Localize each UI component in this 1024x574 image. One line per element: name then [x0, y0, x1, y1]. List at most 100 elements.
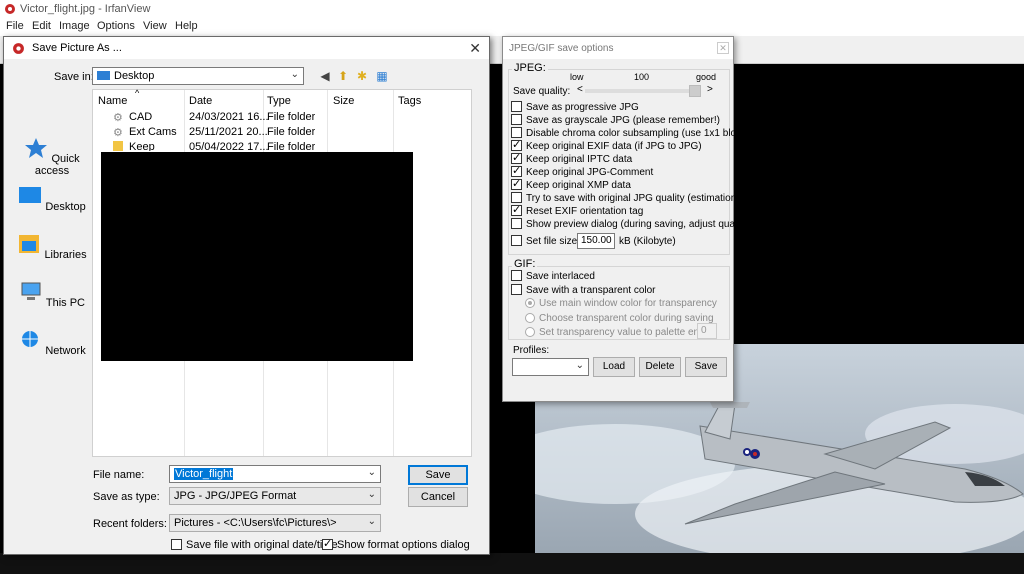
folder-gear-icon: ⚙ — [113, 112, 123, 124]
gif-option-transparent[interactable]: Save with a transparent color — [511, 284, 656, 296]
save-in-label: Save in: — [54, 71, 94, 83]
delete-profile-button[interactable]: Delete — [639, 357, 681, 377]
column-header-name[interactable]: Name — [98, 95, 127, 107]
jpeg-option-set-file-size[interactable]: Set file size: — [511, 235, 580, 247]
save-original-date-checkbox[interactable]: Save file with original date/time — [171, 539, 338, 551]
place-network[interactable]: Network — [12, 329, 92, 357]
close-icon[interactable]: ✕ — [469, 40, 481, 57]
star-icon — [25, 138, 48, 158]
jpeg-option-show-preview[interactable]: Show preview dialog (during saving, adju… — [511, 218, 751, 230]
main-window-titlebar: Victor_flight.jpg - IrfanView — [0, 0, 1024, 18]
file-row[interactable]: ⚙ CAD 24/03/2021 16... File folder — [93, 110, 471, 125]
image-bottom-strip — [0, 553, 1024, 574]
checkbox-box — [171, 539, 182, 550]
place-libraries[interactable]: Libraries — [12, 233, 92, 261]
transparency-main-window-radio[interactable]: Use main window color for transparency — [525, 298, 717, 309]
checkbox-box — [511, 151, 522, 164]
column-header-date[interactable]: Date — [189, 95, 212, 107]
jpeg-option-keep-comment[interactable]: Keep original JPG-Comment — [511, 164, 653, 178]
checkbox-box — [511, 218, 522, 229]
save-button[interactable]: Save — [408, 465, 468, 485]
main-window-title: Victor_flight.jpg - IrfanView — [20, 3, 151, 15]
option-label: Keep original IPTC data — [526, 154, 633, 165]
jpeg-gif-options-dialog: JPEG/GIF save options ✕ JPEG: low 100 go… — [502, 36, 754, 402]
file-size-input[interactable]: 150.00 — [577, 233, 615, 249]
new-folder-icon[interactable]: ✱ — [354, 68, 370, 84]
recent-folders-dropdown[interactable]: Pictures - <C:\Users\fc\Pictures\> ⌄ — [169, 514, 381, 532]
menu-file[interactable]: File — [6, 20, 24, 32]
option-label: Save as grayscale JPG (please remember!) — [526, 115, 720, 126]
profiles-dropdown[interactable]: ⌄ — [512, 358, 589, 376]
close-icon[interactable]: ✕ — [717, 42, 729, 54]
show-format-options-checkbox[interactable]: Show format options dialog — [322, 537, 470, 551]
libraries-icon — [19, 235, 40, 253]
recent-folders-value: Pictures - <C:\Users\fc\Pictures\> — [174, 517, 337, 529]
menu-edit[interactable]: Edit — [32, 20, 51, 32]
checkbox-box — [511, 235, 522, 246]
menu-options[interactable]: Options — [97, 20, 135, 32]
file-type: File folder — [267, 126, 316, 138]
jpeg-option-grayscale[interactable]: Save as grayscale JPG (please remember!) — [511, 114, 720, 126]
place-quick-access[interactable]: Quick access — [12, 137, 92, 177]
column-header-size[interactable]: Size — [333, 95, 354, 107]
transparency-palette-radio[interactable]: Set transparency value to palette entry: — [525, 327, 713, 338]
quality-slider-thumb[interactable] — [689, 85, 701, 97]
slider-left-arrow-icon[interactable]: < — [577, 84, 583, 95]
menu-help[interactable]: Help — [175, 20, 198, 32]
chevron-down-icon: ⌄ — [575, 360, 584, 371]
slider-right-arrow-icon[interactable]: > — [707, 84, 713, 95]
save-as-type-value: JPG - JPG/JPEG Format — [174, 490, 297, 502]
file-name: CAD — [129, 111, 153, 123]
up-folder-icon[interactable]: ⬆ — [335, 68, 351, 84]
column-header-tags[interactable]: Tags — [398, 95, 421, 107]
save-profile-button[interactable]: Save — [685, 357, 727, 377]
checkbox-box — [511, 101, 522, 112]
option-label: Reset EXIF orientation tag — [526, 206, 644, 217]
cancel-button[interactable]: Cancel — [408, 487, 468, 507]
save-dialog-titlebar: Save Picture As ... ✕ — [4, 37, 489, 59]
places-bar: Quick access Desktop Libraries This PC N… — [12, 125, 90, 495]
menu-image[interactable]: Image — [59, 20, 90, 32]
palette-entry-input[interactable]: 0 — [697, 323, 717, 339]
option-label: Set transparency value to palette entry: — [539, 327, 713, 338]
jpeg-option-keep-xmp[interactable]: Keep original XMP data — [511, 177, 631, 191]
chevron-down-icon: ⌄ — [290, 69, 299, 80]
checkbox-label: Show format options dialog — [337, 539, 470, 551]
file-name-field[interactable]: Victor_flight ⌄ — [169, 465, 381, 483]
option-label: Set file size: — [526, 236, 580, 247]
option-label: Keep original EXIF data (if JPG to JPG) — [526, 141, 702, 152]
checkbox-box — [511, 177, 522, 190]
jpeg-option-keep-exif[interactable]: Keep original EXIF data (if JPG to JPG) — [511, 138, 702, 152]
checkbox-box — [322, 537, 333, 550]
file-row[interactable]: Keep 05/04/2022 17... File folder — [93, 140, 471, 151]
jpeg-option-original-quality[interactable]: Try to save with original JPG quality (e… — [511, 192, 740, 204]
network-icon — [22, 331, 39, 347]
redacted-area — [101, 152, 413, 361]
load-profile-button[interactable]: Load — [593, 357, 635, 377]
back-icon[interactable]: ◀ — [317, 68, 333, 84]
place-desktop[interactable]: Desktop — [12, 185, 92, 213]
save-as-type-dropdown[interactable]: JPG - JPG/JPEG Format ⌄ — [169, 487, 381, 505]
file-name-label: File name: — [93, 469, 145, 481]
save-dialog-title: Save Picture As ... — [32, 42, 122, 54]
file-date: 24/03/2021 16... — [189, 111, 269, 123]
option-label: Keep original XMP data — [526, 180, 631, 191]
view-menu-icon[interactable]: ▦ — [374, 68, 390, 84]
jpeg-option-disable-chroma[interactable]: Disable chroma color subsampling (use 1x… — [511, 127, 754, 139]
checkbox-box — [511, 164, 522, 177]
place-label: This PC — [45, 297, 85, 309]
file-row[interactable]: ⚙ Ext Cams 25/11/2021 20... File folder — [93, 125, 471, 140]
folder-gear-icon: ⚙ — [113, 127, 123, 139]
save-in-dropdown[interactable]: Desktop ⌄ — [92, 67, 304, 85]
jpeg-option-keep-iptc[interactable]: Keep original IPTC data — [511, 151, 633, 165]
gif-option-interlaced[interactable]: Save interlaced — [511, 270, 595, 282]
place-label: Desktop — [45, 201, 86, 213]
transparency-choose-radio[interactable]: Choose transparent color during saving — [525, 313, 714, 324]
menu-view[interactable]: View — [143, 20, 167, 32]
chevron-down-icon: ⌄ — [367, 467, 376, 478]
jpeg-option-progressive[interactable]: Save as progressive JPG — [511, 101, 639, 113]
place-this-pc[interactable]: This PC — [12, 281, 92, 309]
quality-slider[interactable] — [585, 89, 701, 93]
jpeg-option-reset-orientation[interactable]: Reset EXIF orientation tag — [511, 203, 644, 217]
column-header-type[interactable]: Type — [267, 95, 291, 107]
